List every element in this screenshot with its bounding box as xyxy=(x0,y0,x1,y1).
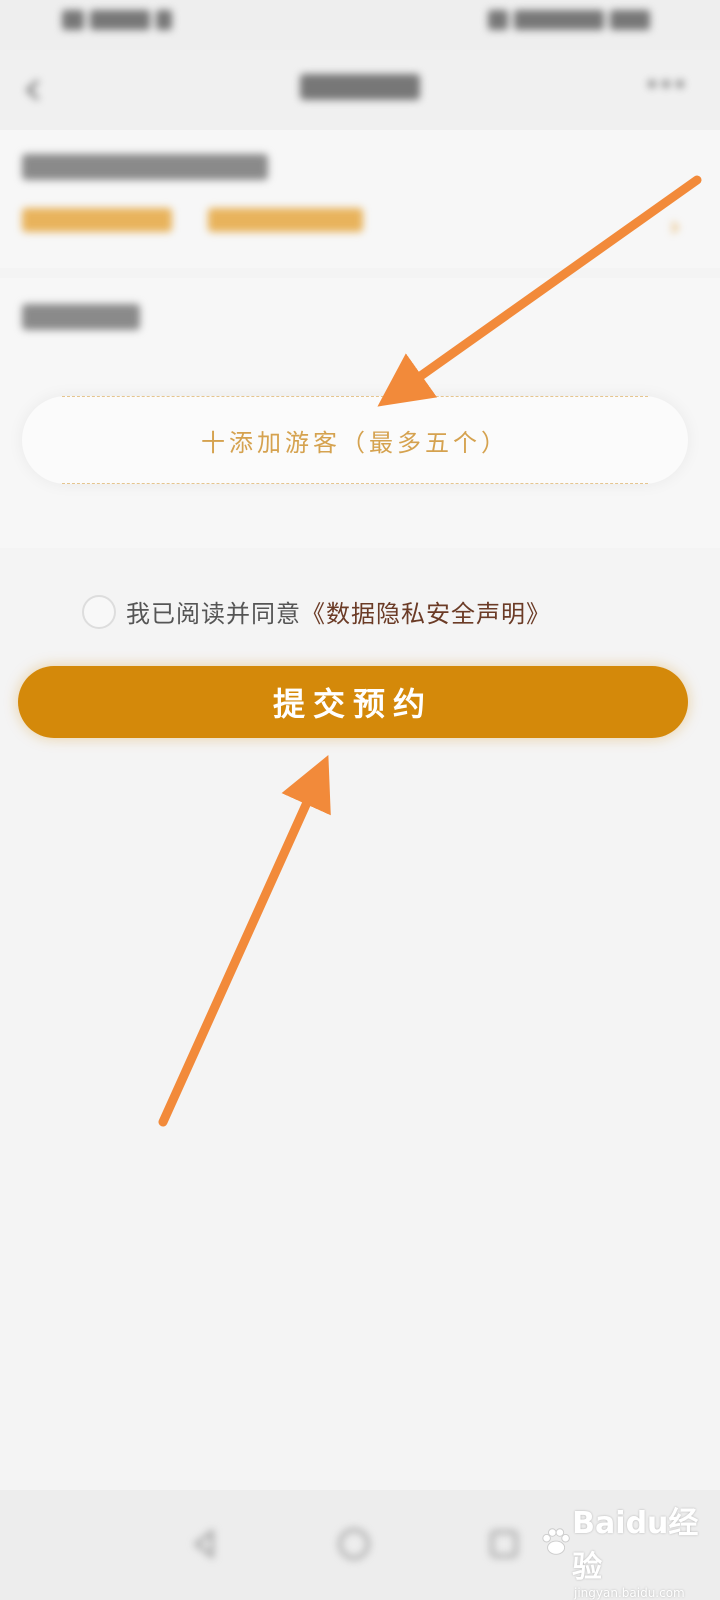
add-visitor-button[interactable]: 十添加游客（最多五个） xyxy=(22,396,688,484)
venue-name xyxy=(22,154,268,187)
nav-home-icon[interactable] xyxy=(336,1526,372,1562)
submit-reservation-button[interactable]: 提交预约 xyxy=(18,666,688,738)
visitor-section-title xyxy=(22,304,140,337)
privacy-statement-link[interactable]: 《数据隐私安全声明》 xyxy=(301,594,551,629)
more-icon[interactable] xyxy=(648,80,684,88)
page-title xyxy=(0,74,720,107)
agreement-row: 我已阅读并同意 《数据隐私安全声明》 xyxy=(82,594,551,629)
venue-card[interactable]: › xyxy=(0,130,720,268)
status-left-icons xyxy=(62,10,172,30)
visit-date xyxy=(22,206,172,239)
nav-back-icon[interactable] xyxy=(186,1526,222,1562)
visit-time xyxy=(208,206,363,239)
watermark-logo-text: Baidu经验 xyxy=(572,1506,699,1585)
status-right-icons xyxy=(488,10,650,30)
nav-recents-icon[interactable] xyxy=(486,1526,522,1562)
visitor-section: 十添加游客（最多五个） xyxy=(0,278,720,548)
annotation-arrow-icon xyxy=(158,755,331,1127)
submit-label: 提交预约 xyxy=(272,685,433,723)
watermark-url: jingyan.baidu.com xyxy=(574,1586,685,1600)
checkbox-icon[interactable] xyxy=(82,594,116,629)
add-visitor-label: 十添加游客（最多五个） xyxy=(201,428,509,457)
agreement-text: 我已阅读并同意 xyxy=(126,600,301,628)
baidu-watermark: Baidu经验 jingyan.baidu.com xyxy=(540,1498,720,1600)
nav-bar xyxy=(0,50,720,130)
status-bar xyxy=(0,0,720,50)
chevron-right-icon: › xyxy=(669,212,680,242)
baidu-paw-icon xyxy=(542,1528,570,1555)
